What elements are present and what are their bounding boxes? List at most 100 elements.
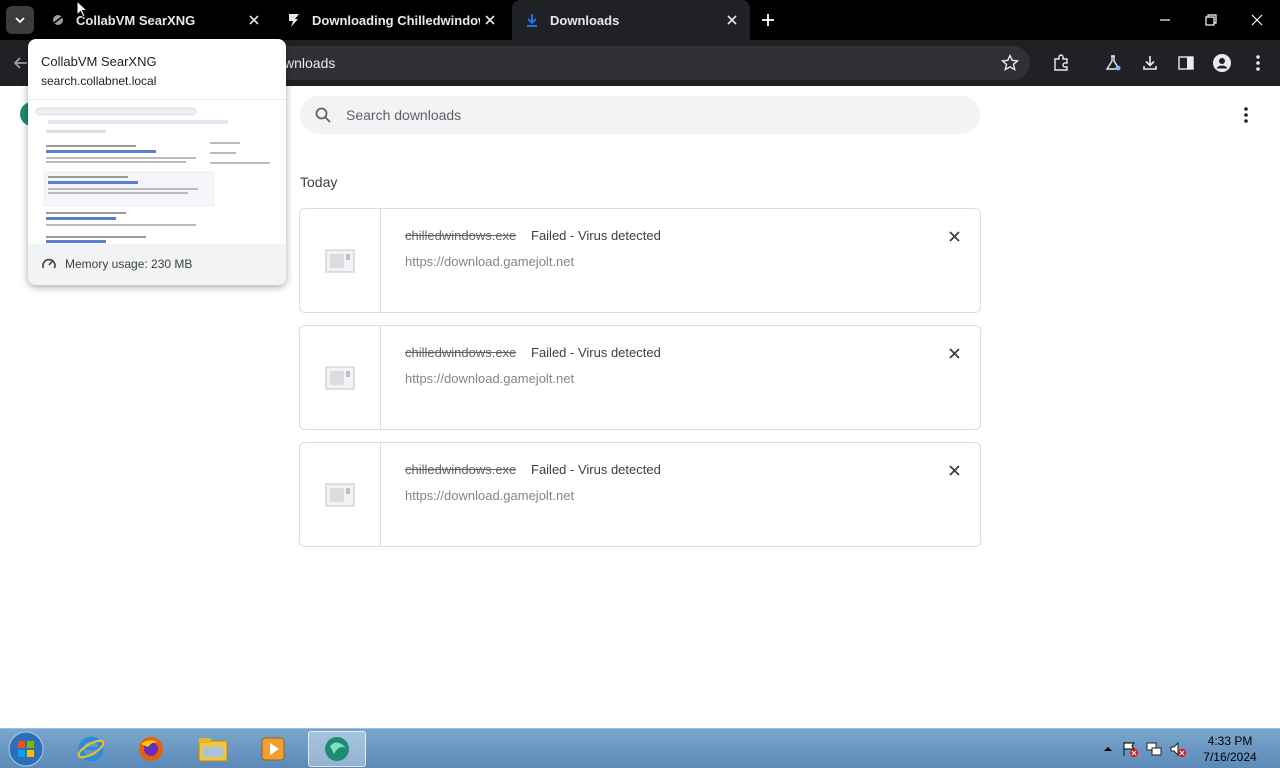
downloads-button[interactable] — [1137, 50, 1163, 76]
download-icon — [1143, 56, 1157, 70]
tab-hover-card: CollabVM SearXNG search.collabnet.local — [28, 39, 286, 285]
menu-button[interactable] — [1245, 50, 1271, 76]
download-status: Failed - Virus detected — [531, 462, 661, 477]
side-panel-button[interactable] — [1173, 50, 1199, 76]
clock-date: 7/16/2024 — [1203, 750, 1257, 764]
new-tab-button[interactable] — [756, 8, 780, 32]
more-vert-icon — [1256, 55, 1260, 71]
download-status: Failed - Virus detected — [531, 345, 661, 360]
media-player-icon — [261, 737, 285, 761]
bookmark-button[interactable] — [997, 50, 1023, 76]
download-item: chilledwindows.exe Failed - Virus detect… — [299, 325, 981, 430]
source-url[interactable]: https://download.gamejolt.net — [405, 488, 574, 503]
star-icon — [1001, 54, 1019, 72]
firefox-icon — [139, 737, 163, 761]
plus-icon — [762, 14, 774, 26]
restore-icon — [1205, 14, 1217, 26]
restore-button[interactable] — [1188, 0, 1234, 40]
tab-title: Downloads — [550, 12, 620, 28]
source-url[interactable]: https://download.gamejolt.net — [405, 254, 574, 269]
tray-volume[interactable] — [1168, 739, 1188, 759]
file-name[interactable]: chilledwindows.exe — [405, 462, 516, 477]
labs-button[interactable] — [1100, 50, 1126, 76]
gamejolt-icon — [286, 12, 302, 28]
show-hidden-icons[interactable] — [1098, 739, 1118, 759]
tab-search-button[interactable] — [6, 6, 34, 34]
file-icon-box — [300, 326, 381, 429]
hover-card-domain: search.collabnet.local — [41, 74, 157, 88]
side-panel-icon — [1178, 56, 1194, 70]
tab-strip: CollabVM SearXNG Downloading Chilledwind… — [0, 0, 1280, 40]
search-icon — [315, 107, 331, 123]
close-icon — [948, 347, 960, 359]
search-bar — [300, 96, 980, 134]
remove-button[interactable] — [944, 226, 964, 246]
file-name[interactable]: chilledwindows.exe — [405, 228, 516, 243]
download-item: chilledwindows.exe Failed - Virus detect… — [299, 208, 981, 313]
tab-title: CollabVM SearXNG — [76, 12, 196, 28]
close-icon — [1251, 14, 1263, 26]
source-url[interactable]: https://download.gamejolt.net — [405, 371, 574, 386]
minimize-button[interactable] — [1142, 0, 1188, 40]
close-icon — [948, 230, 960, 242]
windows-taskbar: 4:33 PM 7/16/2024 — [0, 728, 1280, 768]
taskbar-browser[interactable] — [308, 731, 366, 767]
memory-gauge-icon — [42, 258, 56, 269]
network-icon — [1146, 742, 1162, 756]
action-center-flag-icon — [1123, 742, 1138, 757]
windows-logo-icon — [8, 731, 44, 767]
file-icon — [325, 366, 355, 389]
folder-icon — [198, 738, 228, 762]
clock-time: 4:33 PM — [1207, 734, 1253, 748]
close-tab-icon[interactable] — [724, 12, 740, 28]
internet-explorer-icon — [77, 736, 105, 762]
download-status: Failed - Virus detected — [531, 228, 661, 243]
minimize-icon — [1160, 19, 1170, 21]
file-name[interactable]: chilledwindows.exe — [405, 345, 516, 360]
profile-button[interactable] — [1209, 50, 1235, 76]
taskbar-media-player[interactable] — [244, 731, 302, 767]
search-input[interactable] — [346, 96, 946, 134]
tab-downloading-chilledwindows[interactable]: Downloading Chilledwindows... — [276, 0, 508, 40]
close-icon — [948, 464, 960, 476]
tab-collabvm-searxng[interactable]: CollabVM SearXNG — [40, 0, 272, 40]
taskbar-internet-explorer[interactable] — [62, 731, 120, 767]
remove-button[interactable] — [944, 460, 964, 480]
chevron-down-icon — [15, 17, 25, 24]
date-heading: Today — [300, 174, 338, 190]
close-window-button[interactable] — [1234, 0, 1280, 40]
extensions-button[interactable] — [1048, 50, 1074, 76]
taskbar-file-explorer[interactable] — [184, 731, 242, 767]
puzzle-icon — [1054, 54, 1068, 71]
chevron-up-icon — [1104, 747, 1112, 751]
flask-icon — [1105, 55, 1121, 71]
arrow-left-icon — [13, 57, 27, 69]
hover-card-title: CollabVM SearXNG — [41, 54, 157, 69]
file-icon — [325, 483, 355, 506]
browser-icon — [325, 737, 349, 761]
tray-action-center[interactable] — [1120, 739, 1140, 759]
file-icon-box — [300, 443, 381, 546]
mouse-cursor-icon — [76, 0, 88, 18]
file-icon — [325, 249, 355, 272]
memory-usage: Memory usage: 230 MB — [65, 257, 193, 271]
hover-card-footer: Memory usage: 230 MB — [28, 244, 286, 285]
taskbar-firefox[interactable] — [122, 731, 180, 767]
searxng-icon — [50, 12, 66, 28]
download-icon — [524, 12, 540, 28]
volume-muted-icon — [1170, 741, 1186, 757]
tray-network[interactable] — [1144, 739, 1164, 759]
tab-title: Downloading Chilledwindows... — [312, 12, 480, 28]
start-button[interactable] — [6, 730, 46, 768]
more-vert-icon — [1244, 107, 1248, 123]
more-actions-button[interactable] — [1236, 104, 1256, 126]
tab-downloads[interactable]: Downloads — [512, 0, 750, 40]
close-tab-icon[interactable] — [482, 12, 498, 28]
avatar-icon — [1213, 54, 1231, 72]
remove-button[interactable] — [944, 343, 964, 363]
file-icon-box — [300, 209, 381, 312]
tab-preview-thumbnail — [28, 99, 286, 244]
close-tab-icon[interactable] — [246, 12, 262, 28]
download-item: chilledwindows.exe Failed - Virus detect… — [299, 442, 981, 547]
taskbar-clock[interactable]: 4:33 PM 7/16/2024 — [1190, 733, 1270, 765]
